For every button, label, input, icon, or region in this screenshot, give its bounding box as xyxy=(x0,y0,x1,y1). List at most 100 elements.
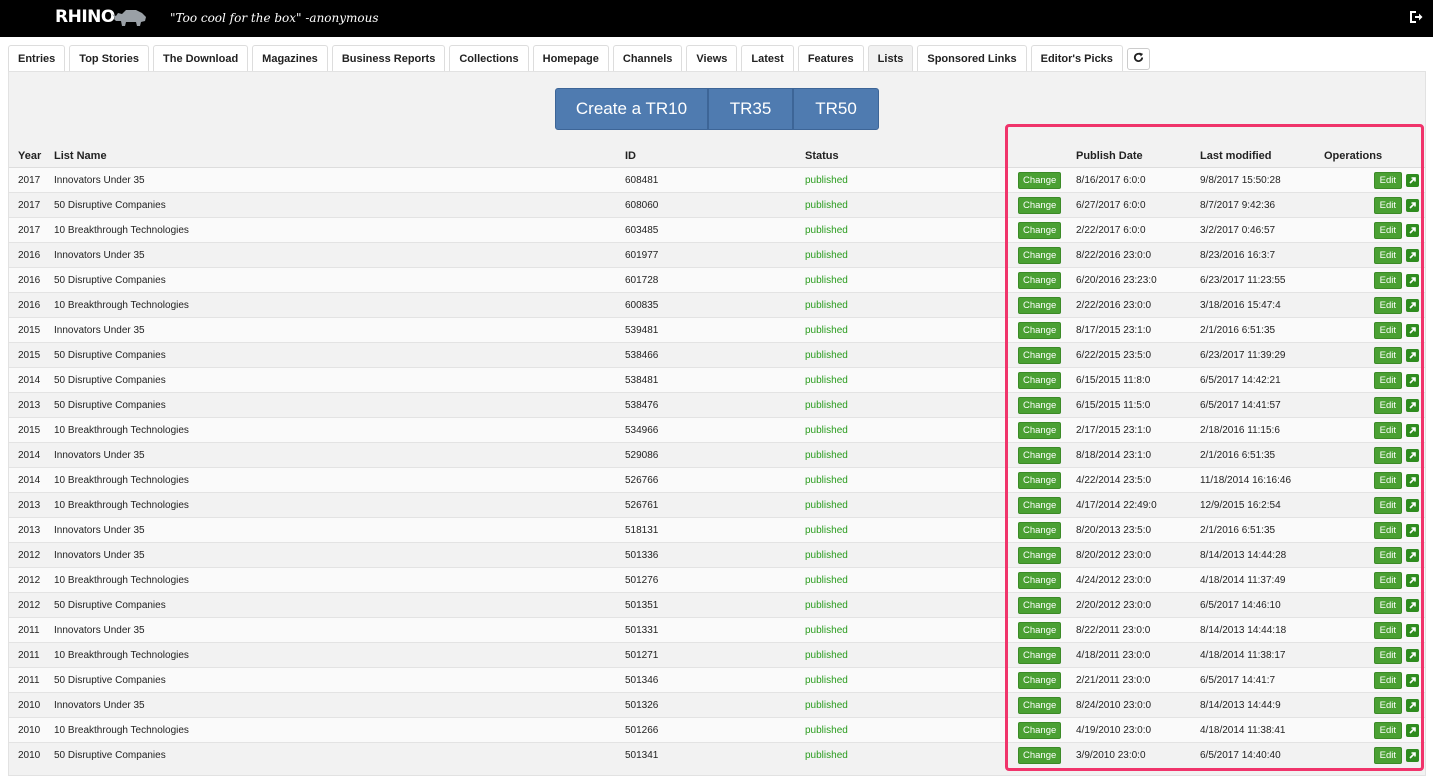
col-list-name[interactable]: List Name xyxy=(54,144,625,168)
change-button[interactable]: Change xyxy=(1018,296,1062,314)
edit-button[interactable]: Edit xyxy=(1373,671,1402,689)
tab-sponsored-links[interactable]: Sponsored Links xyxy=(917,45,1027,72)
external-link-icon[interactable] xyxy=(1406,448,1419,462)
change-button[interactable]: Change xyxy=(1018,721,1062,739)
edit-button[interactable]: Edit xyxy=(1373,596,1402,614)
tab-channels[interactable]: Channels xyxy=(612,45,683,72)
edit-button[interactable]: Edit xyxy=(1373,696,1402,714)
col-publish-date[interactable]: Publish Date xyxy=(1076,144,1200,168)
edit-button[interactable]: Edit xyxy=(1373,721,1402,739)
tab-editor-s-picks[interactable]: Editor's Picks xyxy=(1030,45,1123,72)
logout-icon[interactable] xyxy=(1409,10,1423,24)
external-link-icon[interactable] xyxy=(1406,698,1419,712)
external-link-icon[interactable] xyxy=(1406,623,1419,637)
edit-button[interactable]: Edit xyxy=(1373,571,1402,589)
cell-last-modified: 4/18/2014 11:37:49 xyxy=(1200,567,1324,593)
change-button[interactable]: Change xyxy=(1018,446,1062,464)
edit-button[interactable]: Edit xyxy=(1373,196,1402,214)
edit-button[interactable]: Edit xyxy=(1373,446,1402,464)
external-link-icon[interactable] xyxy=(1406,673,1419,687)
change-button[interactable]: Change xyxy=(1018,671,1062,689)
change-button[interactable]: Change xyxy=(1018,171,1062,189)
external-link-icon[interactable] xyxy=(1406,648,1419,662)
edit-button[interactable]: Edit xyxy=(1373,371,1402,389)
edit-button[interactable]: Edit xyxy=(1373,421,1402,439)
external-link-icon[interactable] xyxy=(1406,523,1419,537)
change-button[interactable]: Change xyxy=(1018,546,1062,564)
change-button[interactable]: Change xyxy=(1018,496,1062,514)
external-link-icon[interactable] xyxy=(1406,548,1419,562)
external-link-icon[interactable] xyxy=(1406,748,1419,762)
tab-collections[interactable]: Collections xyxy=(449,45,529,72)
refresh-icon[interactable] xyxy=(1126,48,1150,70)
edit-button[interactable]: Edit xyxy=(1373,496,1402,514)
change-button[interactable]: Change xyxy=(1018,396,1062,414)
external-link-icon[interactable] xyxy=(1406,573,1419,587)
col-year[interactable]: Year xyxy=(9,144,54,168)
edit-button[interactable]: Edit xyxy=(1373,546,1402,564)
change-button[interactable]: Change xyxy=(1018,421,1062,439)
change-button[interactable]: Change xyxy=(1018,596,1062,614)
external-link-icon[interactable] xyxy=(1406,223,1419,237)
external-link-icon[interactable] xyxy=(1406,723,1419,737)
change-button[interactable]: Change xyxy=(1018,246,1062,264)
cell-last-modified: 8/23/2016 16:3:7 xyxy=(1200,242,1324,268)
tab-views[interactable]: Views xyxy=(686,45,738,72)
create-tr10-button[interactable]: Create a TR10 xyxy=(555,88,708,130)
edit-button[interactable]: Edit xyxy=(1373,646,1402,664)
change-button[interactable]: Change xyxy=(1018,646,1062,664)
tab-the-download[interactable]: The Download xyxy=(153,45,249,72)
tab-latest[interactable]: Latest xyxy=(741,45,794,72)
external-link-icon[interactable] xyxy=(1406,348,1419,362)
change-button[interactable]: Change xyxy=(1018,471,1062,489)
external-link-icon[interactable] xyxy=(1406,273,1419,287)
external-link-icon[interactable] xyxy=(1406,173,1419,187)
change-button[interactable]: Change xyxy=(1018,571,1062,589)
edit-button[interactable]: Edit xyxy=(1373,346,1402,364)
external-link-icon[interactable] xyxy=(1406,248,1419,262)
edit-button[interactable]: Edit xyxy=(1373,171,1402,189)
tr50-button[interactable]: TR50 xyxy=(793,88,879,130)
external-link-icon[interactable] xyxy=(1406,473,1419,487)
change-button[interactable]: Change xyxy=(1018,196,1062,214)
external-link-icon[interactable] xyxy=(1406,423,1419,437)
change-button[interactable]: Change xyxy=(1018,321,1062,339)
tab-features[interactable]: Features xyxy=(797,45,864,72)
edit-button[interactable]: Edit xyxy=(1373,296,1402,314)
col-last-modified[interactable]: Last modified xyxy=(1200,144,1324,168)
change-button[interactable]: Change xyxy=(1018,746,1062,764)
edit-button[interactable]: Edit xyxy=(1373,321,1402,339)
external-link-icon[interactable] xyxy=(1406,598,1419,612)
edit-button[interactable]: Edit xyxy=(1373,396,1402,414)
tab-homepage[interactable]: Homepage xyxy=(532,45,609,72)
tab-entries[interactable]: Entries xyxy=(8,45,66,72)
tab-top-stories[interactable]: Top Stories xyxy=(69,45,149,72)
tab-business-reports[interactable]: Business Reports xyxy=(331,45,446,72)
external-link-icon[interactable] xyxy=(1406,323,1419,337)
change-button[interactable]: Change xyxy=(1018,371,1062,389)
edit-button[interactable]: Edit xyxy=(1373,271,1402,289)
edit-button[interactable]: Edit xyxy=(1373,621,1402,639)
logo-text[interactable]: RHINO xyxy=(55,7,115,27)
tr35-button[interactable]: TR35 xyxy=(708,88,793,130)
tab-lists[interactable]: Lists xyxy=(867,45,914,72)
col-status[interactable]: Status xyxy=(805,144,1018,168)
external-link-icon[interactable] xyxy=(1406,198,1419,212)
edit-button[interactable]: Edit xyxy=(1373,521,1402,539)
change-button[interactable]: Change xyxy=(1018,346,1062,364)
edit-button[interactable]: Edit xyxy=(1373,746,1402,764)
change-button[interactable]: Change xyxy=(1018,621,1062,639)
external-link-icon[interactable] xyxy=(1406,398,1419,412)
col-id[interactable]: ID xyxy=(625,144,805,168)
external-link-icon[interactable] xyxy=(1406,298,1419,312)
change-button[interactable]: Change xyxy=(1018,521,1062,539)
edit-button[interactable]: Edit xyxy=(1373,221,1402,239)
edit-button[interactable]: Edit xyxy=(1373,471,1402,489)
external-link-icon[interactable] xyxy=(1406,373,1419,387)
change-button[interactable]: Change xyxy=(1018,221,1062,239)
tab-magazines[interactable]: Magazines xyxy=(252,45,328,72)
external-link-icon[interactable] xyxy=(1406,498,1419,512)
change-button[interactable]: Change xyxy=(1018,271,1062,289)
change-button[interactable]: Change xyxy=(1018,696,1062,714)
edit-button[interactable]: Edit xyxy=(1373,246,1402,264)
